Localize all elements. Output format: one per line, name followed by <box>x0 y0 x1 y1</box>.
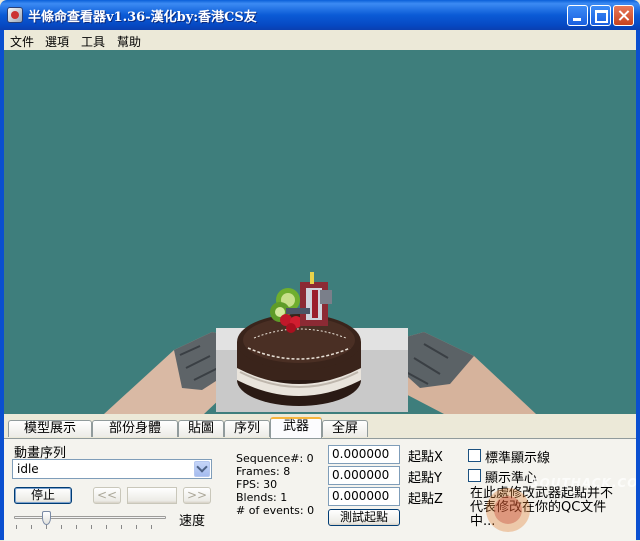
sequence-select[interactable]: idle <box>12 459 212 479</box>
show-guide-label: 標準顯示線 <box>485 451 551 466</box>
tab-bar: 模型展示 部份身體 貼圖 序列 武器 全屏 <box>4 414 636 438</box>
maximize-button[interactable] <box>590 5 611 26</box>
weapon-model-render <box>104 272 536 414</box>
stop-button[interactable]: 停止 <box>14 487 72 504</box>
origin-y-label: 起點Y <box>408 471 442 486</box>
sequence-stats: Sequence#: 0 Frames: 8 FPS: 30 Blends: 1… <box>236 452 314 517</box>
menu-file[interactable]: 文件 <box>10 33 34 50</box>
origin-x-input[interactable]: 0.000000 <box>328 445 400 464</box>
window-title: 半條命查看器v1.36-漢化by:香港CS友 <box>28 10 257 25</box>
title-bar[interactable]: 半條命查看器v1.36-漢化by:香港CS友 <box>0 0 640 30</box>
menu-tools[interactable]: 工具 <box>81 33 105 50</box>
stat-blends: Blends: 1 <box>236 491 288 504</box>
tab-fullscreen[interactable]: 全屏 <box>322 420 368 437</box>
speed-slider-thumb[interactable] <box>42 511 51 525</box>
weapon-origin-note: 在此處修改武器起點并不代表修改在你的QC文件中... <box>470 486 614 529</box>
stat-fps: FPS: 30 <box>236 478 278 491</box>
next-frame-button[interactable]: >> <box>183 487 211 504</box>
tab-sequences[interactable]: 序列 <box>224 420 270 437</box>
origin-x-label: 起點X <box>408 450 443 465</box>
menu-help[interactable]: 幫助 <box>117 33 141 50</box>
speed-slider-track[interactable] <box>14 516 166 519</box>
show-crosshair-label: 顯示準心 <box>485 471 538 486</box>
close-button[interactable] <box>613 5 634 26</box>
sequence-select-value: idle <box>17 462 39 476</box>
origin-y-input[interactable]: 0.000000 <box>328 466 400 485</box>
stat-events: # of events: 0 <box>236 504 315 517</box>
stat-frames: Frames: 8 <box>236 465 291 478</box>
test-origin-button[interactable]: 測試起點 <box>328 509 400 526</box>
app-icon[interactable] <box>7 7 23 23</box>
stat-sequence: Sequence#: 0 <box>236 452 314 465</box>
tab-textures[interactable]: 貼圖 <box>178 420 224 437</box>
minimize-button[interactable] <box>567 5 588 26</box>
prev-frame-button[interactable]: << <box>93 487 121 504</box>
window-frame-right <box>636 30 640 540</box>
speed-slider-ticks <box>16 525 166 529</box>
show-guide-checkbox[interactable] <box>468 449 481 462</box>
tab-model-display[interactable]: 模型展示 <box>8 420 92 437</box>
frame-field[interactable] <box>127 487 177 504</box>
tab-weapon[interactable]: 武器 <box>270 417 322 438</box>
chevron-down-icon[interactable] <box>194 461 210 477</box>
tab-body-parts[interactable]: 部份身體 <box>92 420 178 437</box>
origin-z-input[interactable]: 0.000000 <box>328 487 400 506</box>
origin-z-label: 起點Z <box>408 492 443 507</box>
speed-label: 速度 <box>179 514 206 529</box>
menu-options[interactable]: 選項 <box>45 33 69 50</box>
show-crosshair-checkbox[interactable] <box>468 469 481 482</box>
menu-bar: 文件 選項 工具 幫助 <box>4 30 636 50</box>
model-viewport[interactable] <box>4 50 636 414</box>
